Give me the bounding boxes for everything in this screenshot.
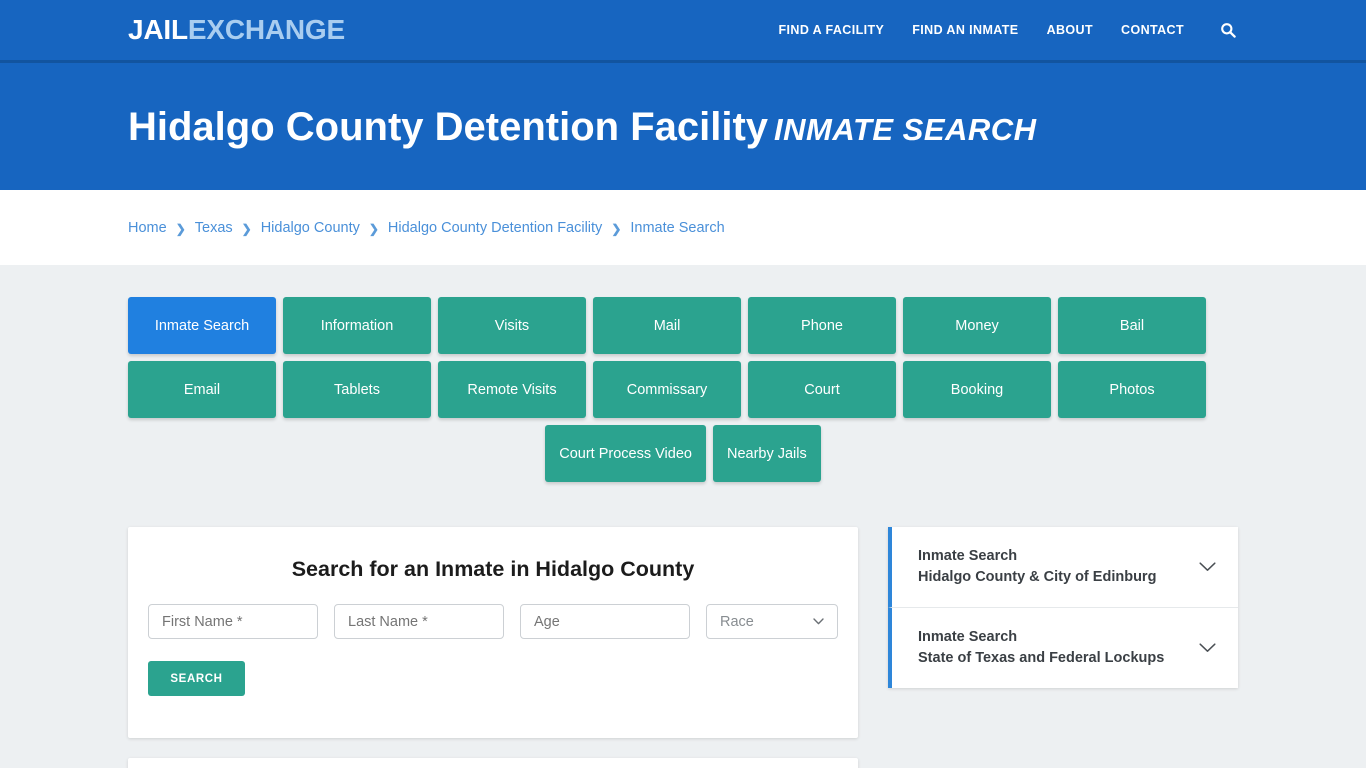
breadcrumb-item-texas[interactable]: Texas (195, 220, 233, 236)
tab-nearby-jails[interactable]: Nearby Jails (712, 425, 821, 482)
tab-email[interactable]: Email (128, 361, 276, 418)
sidebar-item-subtitle: State of Texas and Federal Lockups (918, 650, 1165, 667)
chevron-right-icon: ❯ (368, 221, 379, 236)
chevron-down-icon[interactable] (1199, 559, 1216, 576)
tab-phone[interactable]: Phone (748, 297, 896, 354)
tab-commissary[interactable]: Commissary (593, 361, 741, 418)
site-logo[interactable]: JAILEXCHANGE (128, 16, 345, 44)
nav-item-find-an-inmate[interactable]: FIND AN INMATE (912, 23, 1018, 37)
breadcrumb-item-home[interactable]: Home (128, 220, 167, 236)
hero-banner: Hidalgo County Detention Facility INMATE … (0, 63, 1366, 190)
nav-item-find-a-facility[interactable]: FIND A FACILITY (779, 23, 885, 37)
search-button[interactable]: SEARCH (148, 661, 245, 696)
tab-information[interactable]: Information (283, 297, 431, 354)
chevron-right-icon: ❯ (241, 221, 252, 236)
tab-remote-visits[interactable]: Remote Visits (438, 361, 586, 418)
facility-tab-row-3: Court Process Video Nearby Jails (128, 425, 1238, 482)
content-columns: Search for an Inmate in Hidalgo County R… (128, 527, 1238, 768)
chevron-right-icon: ❯ (175, 221, 186, 236)
logo-text-exchange: EXCHANGE (187, 14, 345, 45)
sidebar-item-inmate-search-county[interactable]: Inmate Search Hidalgo County & City of E… (888, 527, 1238, 608)
chevron-down-icon[interactable] (1199, 640, 1216, 657)
site-header: JAILEXCHANGE FIND A FACILITY FIND AN INM… (0, 0, 1366, 63)
sidebar-item-subtitle: Hidalgo County & City of Edinburg (918, 569, 1157, 586)
sidebar-item-text: Inmate Search State of Texas and Federal… (918, 627, 1164, 669)
tab-visits[interactable]: Visits (438, 297, 586, 354)
secondary-results-card (128, 758, 858, 768)
search-card-heading: Search for an Inmate in Hidalgo County (291, 557, 695, 581)
sidebar-item-title: Inmate Search (918, 548, 1018, 564)
first-name-input[interactable] (148, 604, 318, 639)
breadcrumb-item-hidalgo-county[interactable]: Hidalgo County (261, 220, 360, 236)
search-fields-row: Race (148, 604, 838, 639)
last-name-input[interactable] (334, 604, 504, 639)
tab-money[interactable]: Money (903, 297, 1051, 354)
sidebar-column: Inmate Search Hidalgo County & City of E… (888, 527, 1238, 689)
tab-inmate-search[interactable]: Inmate Search (128, 297, 276, 354)
nav-item-about[interactable]: ABOUT (1047, 23, 1093, 37)
search-icon[interactable] (1218, 20, 1238, 40)
main-navigation: FIND A FACILITY FIND AN INMATE ABOUT CON… (779, 20, 1239, 40)
race-select-value: Race (720, 613, 754, 630)
tab-tablets[interactable]: Tablets (283, 361, 431, 418)
breadcrumb-item-facility[interactable]: Hidalgo County Detention Facility (388, 220, 602, 236)
breadcrumb-bar: Home ❯ Texas ❯ Hidalgo County ❯ Hidalgo … (0, 190, 1366, 265)
breadcrumb: Home ❯ Texas ❯ Hidalgo County ❯ Hidalgo … (128, 220, 725, 236)
tab-booking[interactable]: Booking (903, 361, 1051, 418)
page-title-facility: Hidalgo County Detention Facility (128, 104, 769, 149)
tab-bail[interactable]: Bail (1058, 297, 1206, 354)
breadcrumb-item-current: Inmate Search (630, 219, 725, 236)
sidebar-item-title: Inmate Search (918, 629, 1018, 646)
sidebar-item-inmate-search-state[interactable]: Inmate Search State of Texas and Federal… (888, 607, 1238, 689)
tab-photos[interactable]: Photos (1058, 361, 1206, 418)
inmate-search-card: Search for an Inmate in Hidalgo County R… (128, 527, 858, 738)
chevron-right-icon: ❯ (611, 221, 622, 236)
age-input[interactable] (520, 604, 690, 639)
page-title-section: INMATE SEARCH (774, 111, 1037, 147)
chevron-down-icon (813, 616, 824, 628)
main-column: Search for an Inmate in Hidalgo County R… (128, 527, 858, 768)
page-body: Inmate Search Information Visits Mail Ph… (0, 265, 1366, 768)
facility-tab-grid: Inmate Search Information Visits Mail Ph… (128, 297, 1238, 418)
logo-text-jail: JAIL (128, 14, 188, 45)
sidebar-item-text: Inmate Search Hidalgo County & City of E… (918, 546, 1156, 588)
page-title: Hidalgo County Detention Facility INMATE … (128, 105, 1037, 149)
sidebar-accordion: Inmate Search Hidalgo County & City of E… (888, 527, 1238, 689)
tab-court[interactable]: Court (748, 361, 896, 418)
tab-mail[interactable]: Mail (593, 297, 741, 354)
race-select[interactable]: Race (706, 604, 838, 639)
tab-court-process-video[interactable]: Court Process Video (545, 425, 706, 482)
nav-item-contact[interactable]: CONTACT (1121, 23, 1184, 37)
